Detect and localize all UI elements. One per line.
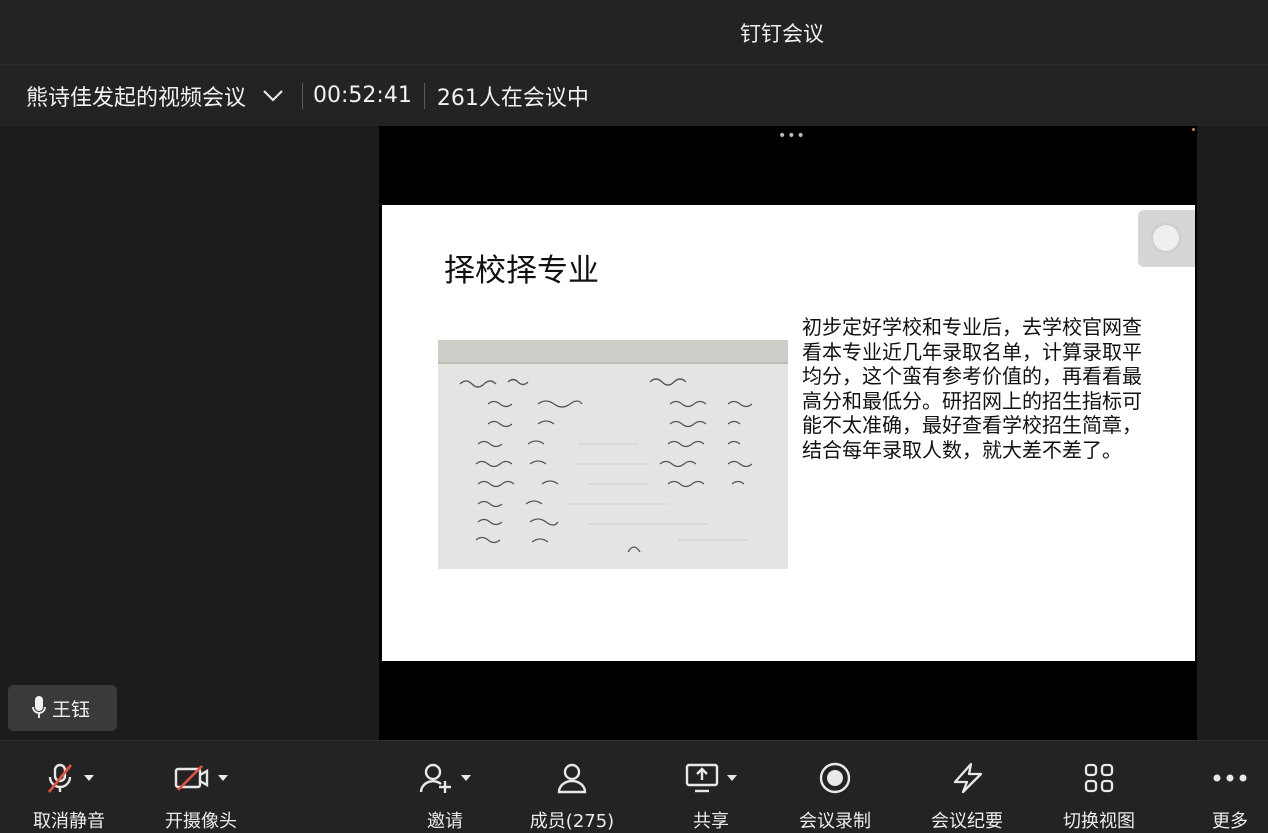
invite-label: 邀请 [427,811,463,832]
caret-down-icon[interactable] [218,775,228,781]
members-button[interactable]: 成员(275) [522,741,622,833]
lightning-icon [953,762,983,794]
more-button[interactable]: 更多 [1200,741,1260,833]
slide-photo [438,340,788,569]
meeting-toolbar: 取消静音 开摄像头 邀请 成员(275) 共享 会议录制 会议纪要 切换视图 更… [0,740,1268,833]
unmute-button[interactable]: 取消静音 [22,741,116,833]
floating-control-button[interactable] [1138,210,1195,267]
camera-off-icon [174,765,209,791]
minutes-button[interactable]: 会议纪要 [922,741,1012,833]
share-button[interactable]: 共享 [676,741,746,833]
speaker-name: 王钰 [52,698,91,721]
shared-slide: 择校择专业 初步定好学校和专业后，去学校官网查看本专业近几年录取名单，计算录取平… [382,205,1195,661]
share-screen-icon [685,763,719,793]
meeting-info-bar: 熊诗佳发起的视频会议 00:52:41 261人在会议中 [0,64,1268,126]
app-title: 钉钉会议 [740,22,824,46]
more-label: 更多 [1212,811,1248,832]
record-button[interactable]: 会议录制 [790,741,880,833]
members-icon [557,763,587,794]
meeting-title: 熊诗佳发起的视频会议 [26,85,247,111]
invite-button[interactable]: 邀请 [410,741,480,833]
status-indicator [1192,128,1195,131]
microphone-icon [32,696,46,718]
switch-view-label: 切换视图 [1063,811,1135,832]
minutes-label: 会议纪要 [931,811,1003,832]
switch-view-button[interactable]: 切换视图 [1054,741,1144,833]
chevron-down-icon[interactable] [260,83,286,109]
caret-down-icon[interactable] [461,775,471,781]
record-label: 会议录制 [799,811,871,832]
divider [423,82,425,109]
meeting-timer: 00:52:41 [313,83,412,108]
caret-down-icon[interactable] [84,775,94,781]
slide-body-text: 初步定好学校和专业后，去学校官网查看本专业近几年录取名单，计算录取平均分，这个蛮… [802,315,1142,462]
window-titlebar: 钉钉会议 [0,0,1268,64]
unmute-label: 取消静音 [33,811,105,832]
slide-title: 择校择专业 [444,253,599,289]
camera-button[interactable]: 开摄像头 [156,741,246,833]
mic-muted-icon [47,763,73,793]
participant-count: 261人在会议中 [436,85,589,111]
meeting-stage: ••• 择校择专业 初步定好学校和专业后，去学校官网查看本专业近几年录取名单，计… [0,126,1268,740]
grid-view-icon [1084,763,1114,793]
add-user-icon [419,763,451,793]
screen-share-view: ••• 择校择专业 初步定好学校和专业后，去学校官网查看本专业近几年录取名单，计… [379,126,1197,740]
camera-label: 开摄像头 [165,811,237,832]
active-speaker-tag: 王钰 [8,685,117,731]
divider [302,82,304,109]
record-icon [819,762,851,794]
share-label: 共享 [693,811,729,832]
share-options-icon[interactable]: ••• [778,128,806,144]
more-dots-icon [1213,774,1247,782]
members-label: 成员(275) [529,811,615,832]
caret-down-icon[interactable] [727,775,737,781]
